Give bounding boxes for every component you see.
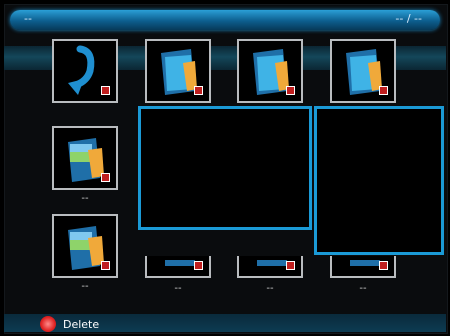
item-caption: -- <box>81 281 89 292</box>
back-tile[interactable] <box>52 39 118 103</box>
select-checkbox[interactable] <box>101 173 110 182</box>
preview-pane-side <box>314 106 444 255</box>
thumbnail-tile-1[interactable] <box>145 256 211 278</box>
select-checkbox[interactable] <box>194 86 203 95</box>
item-caption: -- <box>266 283 274 294</box>
select-checkbox[interactable] <box>286 86 295 95</box>
select-checkbox[interactable] <box>101 261 110 270</box>
delete-button[interactable] <box>40 316 56 332</box>
folder-tile-2[interactable] <box>237 39 303 103</box>
delete-label: Delete <box>63 318 100 331</box>
select-checkbox[interactable] <box>379 86 388 95</box>
thumbnail-tile-2[interactable] <box>237 256 303 278</box>
select-checkbox[interactable] <box>379 261 388 270</box>
item-caption: -- <box>81 193 89 204</box>
photo-folder-tile-2[interactable] <box>52 214 118 278</box>
preview-pane-main <box>138 106 312 230</box>
folder-tile-1[interactable] <box>145 39 211 103</box>
title-bar: -- -- / -- <box>10 10 440 30</box>
thumbnail-tile-3[interactable] <box>330 256 396 278</box>
photo-folder-tile-1[interactable] <box>52 126 118 190</box>
item-caption: -- <box>174 283 182 294</box>
select-checkbox[interactable] <box>286 261 295 270</box>
folder-tile-3[interactable] <box>330 39 396 103</box>
title-text: -- <box>24 12 32 25</box>
select-checkbox[interactable] <box>101 86 110 95</box>
page-indicator: -- / -- <box>395 12 422 25</box>
item-caption: -- <box>359 283 367 294</box>
select-checkbox[interactable] <box>194 261 203 270</box>
